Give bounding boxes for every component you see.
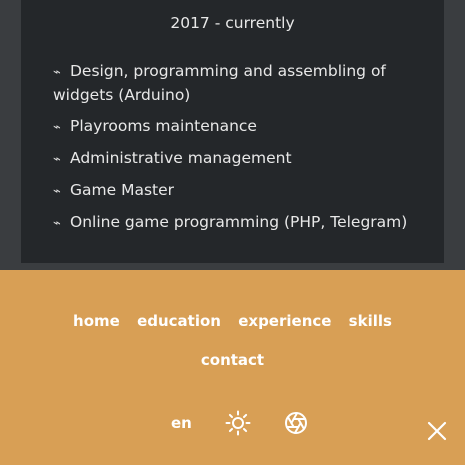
nav-link-skills[interactable]: skills xyxy=(349,312,392,330)
duty-text: Online game programming (PHP, Telegram) xyxy=(70,213,408,231)
duty-text: Design, programming and assembling of wi… xyxy=(53,62,386,104)
experience-period: 2017 - currently xyxy=(170,14,295,32)
duty-text: Game Master xyxy=(70,181,175,199)
language-toggle[interactable]: en xyxy=(171,414,192,432)
bullet-icon: ⌁ xyxy=(53,65,61,80)
bullet-icon: ⌁ xyxy=(53,184,61,199)
nav-link-education[interactable]: education xyxy=(137,312,221,330)
menu-row-secondary: contact xyxy=(0,351,465,369)
bullet-icon: ⌁ xyxy=(53,216,61,231)
duty-text: Playrooms maintenance xyxy=(70,117,257,135)
duty-text: Administrative management xyxy=(70,149,292,167)
aperture-icon[interactable] xyxy=(284,411,308,435)
experience-card: 2017 - currently ⌁ Design, programming an… xyxy=(21,0,444,263)
menu-row-primary: home education experience skills xyxy=(0,312,465,330)
page-margin-left xyxy=(0,0,21,270)
duty-list: ⌁ Design, programming and assembling of w… xyxy=(53,60,423,243)
duty-item: ⌁ Design, programming and assembling of w… xyxy=(53,60,423,107)
nav-link-home[interactable]: home xyxy=(73,312,120,330)
duty-item: ⌁ Administrative management xyxy=(53,147,423,171)
menu-controls: en xyxy=(0,410,465,440)
page-margin-right xyxy=(444,0,465,270)
bullet-icon: ⌁ xyxy=(53,120,61,135)
duty-item: ⌁ Game Master xyxy=(53,179,423,203)
close-icon[interactable] xyxy=(426,420,448,442)
duty-item: ⌁ Online game programming (PHP, Telegram) xyxy=(53,211,423,235)
duty-item: ⌁ Playrooms maintenance xyxy=(53,115,423,139)
nav-link-experience[interactable]: experience xyxy=(238,312,331,330)
bullet-icon: ⌁ xyxy=(53,152,61,167)
nav-link-contact[interactable]: contact xyxy=(201,351,264,369)
sun-icon[interactable] xyxy=(225,410,251,436)
mobile-menu-overlay: home education experience skills contact… xyxy=(0,270,465,465)
